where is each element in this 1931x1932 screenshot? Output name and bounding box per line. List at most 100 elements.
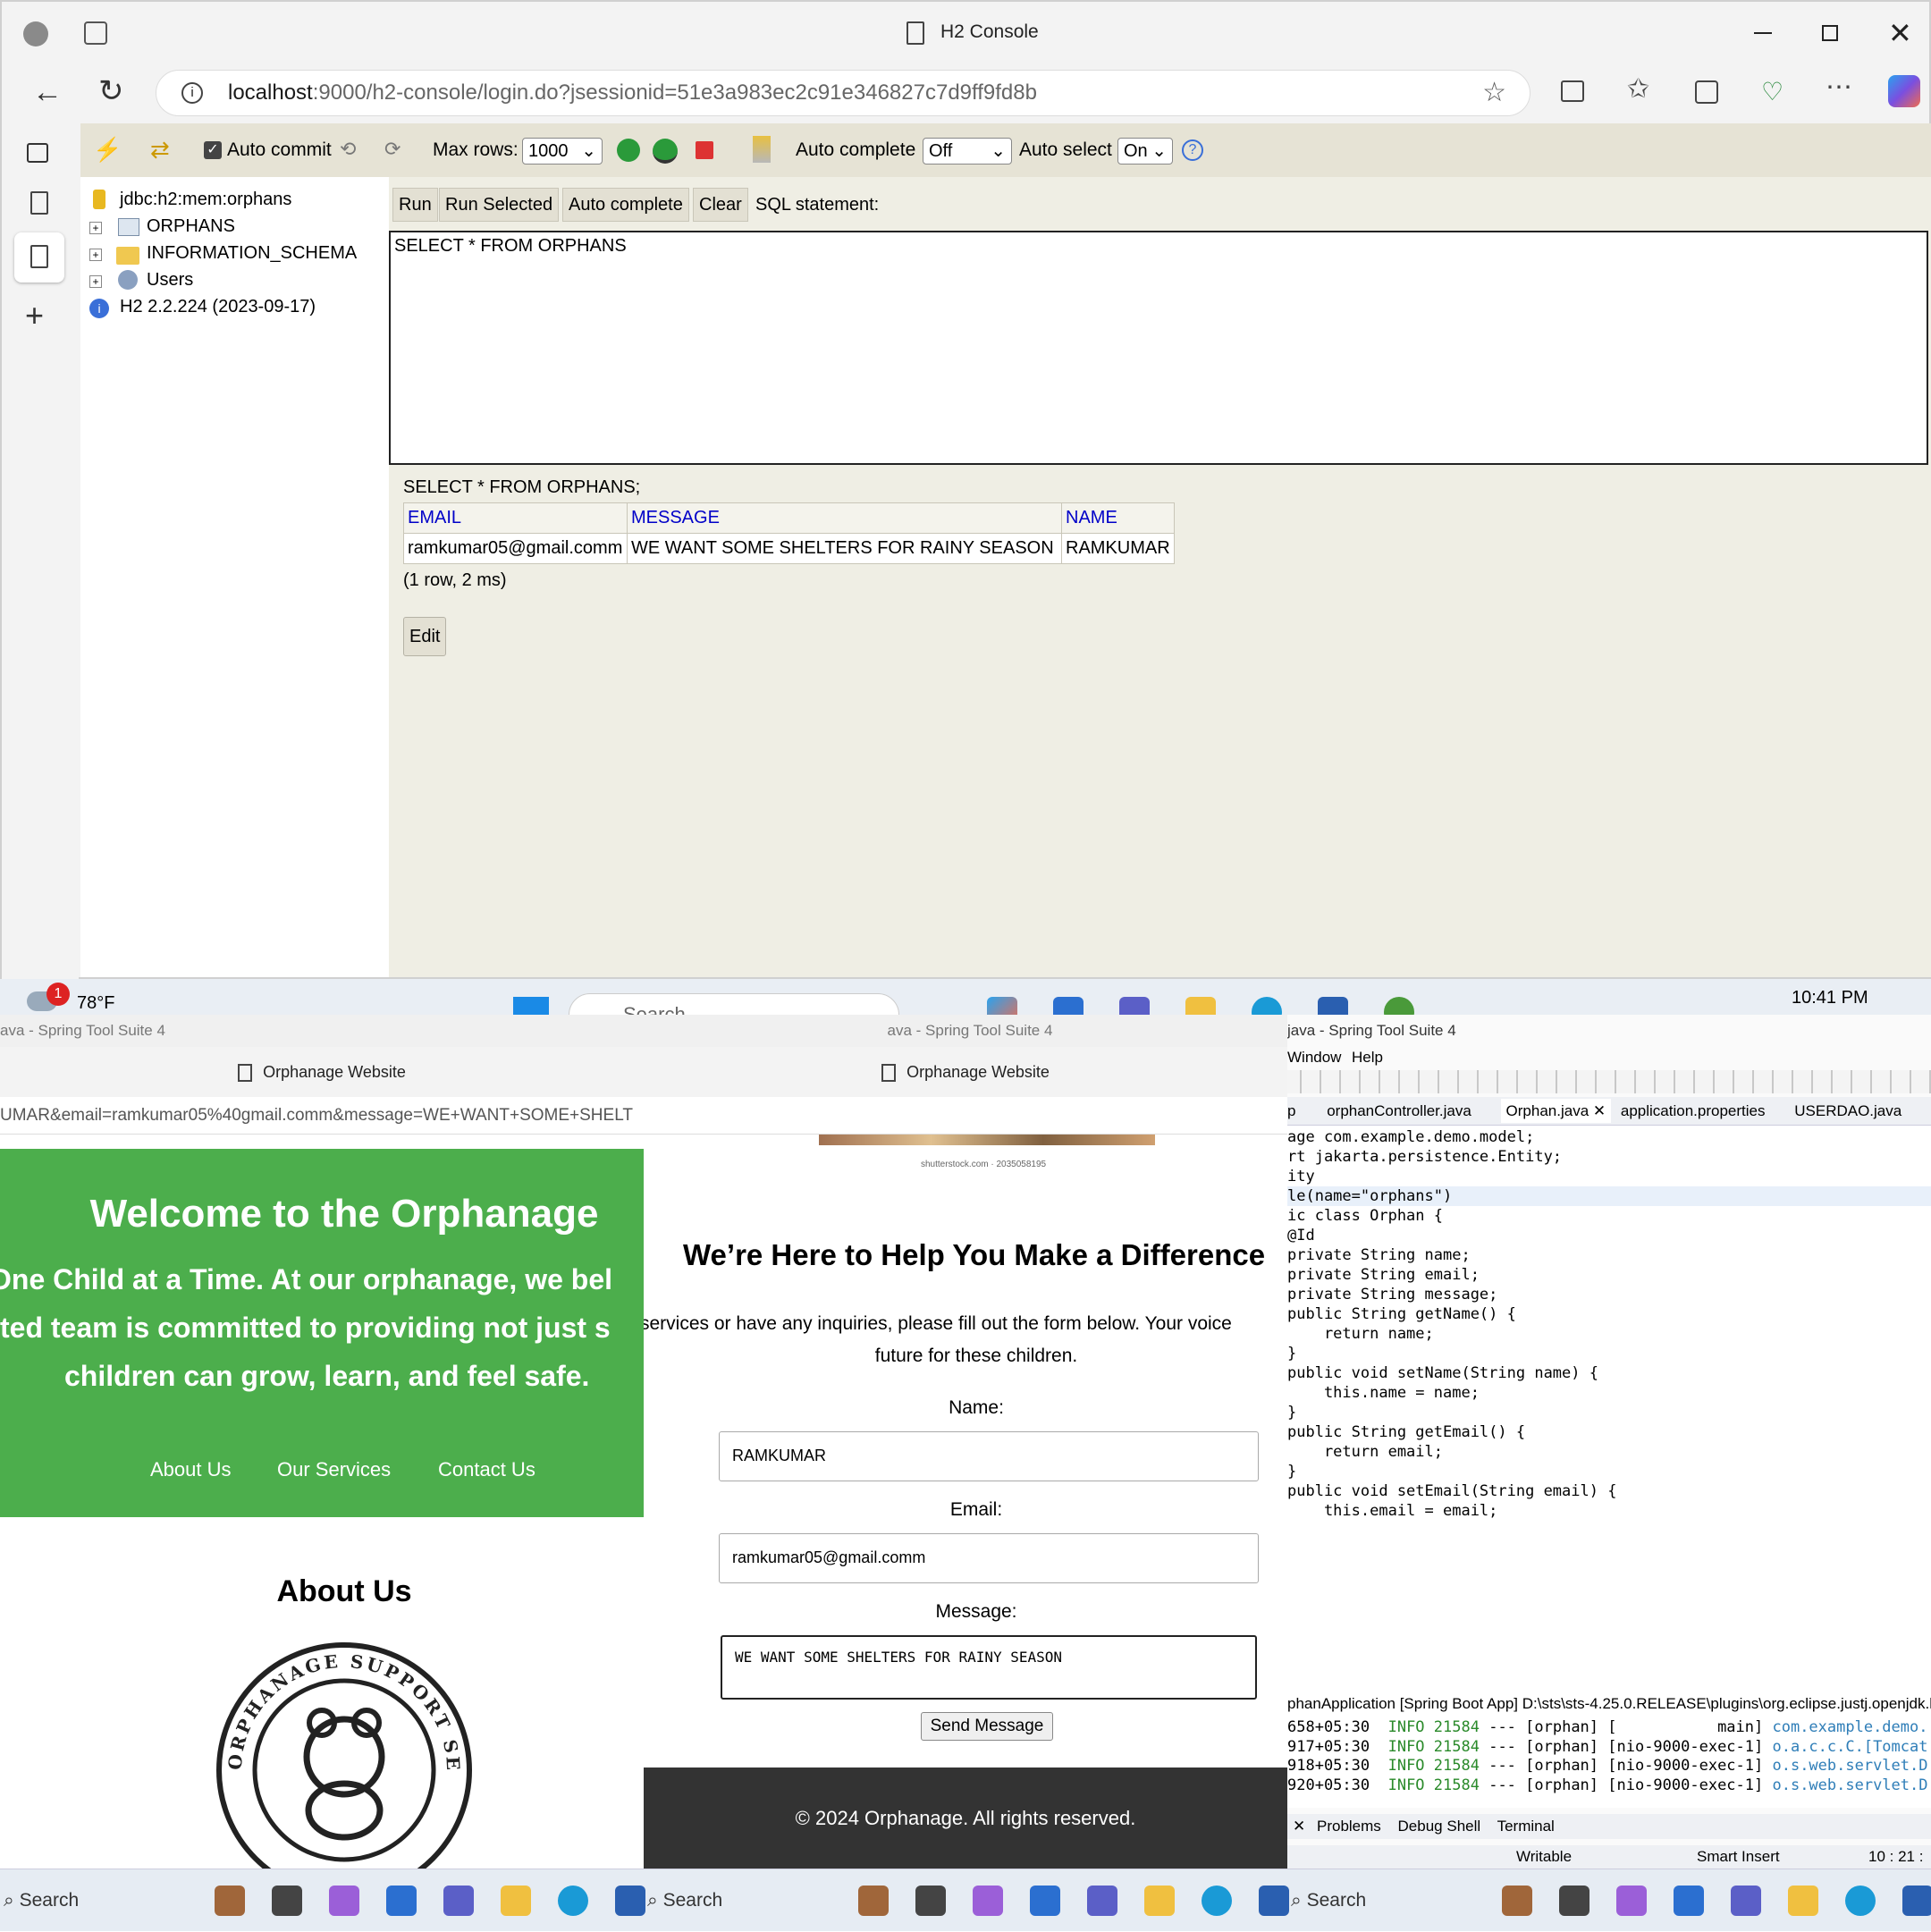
tree-item-information-schema[interactable]: INFORMATION_SCHEMA [147, 243, 357, 264]
tab-application-properties[interactable]: application.properties [1621, 1102, 1766, 1119]
edge-icon[interactable] [1845, 1886, 1876, 1916]
edit-button[interactable]: Edit [403, 617, 447, 656]
address-bar[interactable]: i localhost:9000/h2-console/login.do?jse… [156, 70, 1530, 116]
run-icon[interactable] [617, 139, 640, 162]
back-icon[interactable]: ← [32, 75, 63, 110]
teams-icon[interactable] [1731, 1886, 1761, 1916]
column-header-email[interactable]: EMAIL [403, 502, 628, 534]
new-tab-icon[interactable]: + [25, 297, 44, 334]
teams-icon[interactable] [1087, 1886, 1117, 1916]
taskbar-search[interactable]: Search [569, 993, 899, 1015]
address-bar[interactable]: UMAR&email=ramkumar05%40gmail.comm&messa… [0, 1097, 644, 1135]
clear-button[interactable]: Clear [693, 188, 748, 222]
tab-orphan-java[interactable]: Orphan.java ✕ [1500, 1099, 1612, 1123]
teams-icon[interactable] [1119, 997, 1150, 1015]
favorite-star-icon[interactable]: ☆ [1482, 71, 1506, 115]
copilot-icon[interactable] [1888, 75, 1920, 107]
close-icon[interactable]: ✕ [1293, 1818, 1305, 1835]
task-view-icon[interactable] [272, 1886, 302, 1916]
sql-editor[interactable]: SELECT * FROM ORPHANS [389, 231, 1928, 465]
tab-orphan-controller[interactable]: orphanController.java [1327, 1102, 1471, 1119]
file-explorer-icon[interactable] [501, 1886, 531, 1916]
column-header-name[interactable]: NAME [1061, 502, 1175, 534]
run-selected-icon[interactable] [653, 139, 678, 164]
sidebar-toggle-icon[interactable] [27, 143, 48, 163]
split-screen-icon[interactable] [1561, 80, 1584, 102]
store-icon[interactable] [615, 1886, 645, 1916]
profile-icon[interactable] [23, 21, 48, 46]
address-bar[interactable] [644, 1097, 1287, 1135]
tab-userdao[interactable]: USERDAO.java [1794, 1102, 1901, 1119]
run-selected-button[interactable]: Run Selected [439, 188, 560, 222]
start-icon[interactable] [513, 997, 549, 1015]
collections-icon[interactable] [1695, 80, 1718, 104]
tab-p[interactable]: p [1287, 1102, 1295, 1119]
taskbar-search[interactable]: ⌕ Search [4, 1869, 79, 1932]
app-icon[interactable] [1674, 1886, 1704, 1916]
column-header-message[interactable]: MESSAGE [627, 502, 1062, 534]
store-icon[interactable] [1902, 1886, 1931, 1916]
store-icon[interactable] [1318, 997, 1348, 1015]
more-icon[interactable]: ⋯ [1826, 72, 1852, 103]
close-tab-icon[interactable]: ✕ [1593, 1102, 1606, 1119]
close-icon[interactable]: ✕ [1888, 16, 1912, 50]
connection-url[interactable]: jdbc:h2:mem:orphans [120, 190, 291, 210]
tab-terminal[interactable]: Terminal [1497, 1818, 1555, 1835]
copilot-app-icon[interactable] [329, 1886, 359, 1916]
commit-icon[interactable]: ⟳ [384, 136, 401, 163]
refresh-tree-icon[interactable]: ⇄ [150, 136, 170, 163]
send-message-button[interactable]: Send Message [921, 1712, 1053, 1741]
pet-icon[interactable] [215, 1886, 245, 1916]
spring-tool-icon[interactable] [1384, 997, 1414, 1015]
auto-complete-select[interactable]: Off ⌄ [923, 138, 1012, 165]
auto-select-select[interactable]: On ⌄ [1117, 138, 1173, 165]
teams-icon[interactable] [443, 1886, 474, 1916]
copilot-app-icon[interactable] [1616, 1886, 1647, 1916]
edge-icon[interactable] [1202, 1886, 1232, 1916]
menu-window[interactable]: Window [1287, 1049, 1341, 1067]
site-info-icon[interactable]: i [181, 82, 203, 104]
disconnect-icon[interactable]: ⚡ [93, 136, 122, 163]
task-view-icon[interactable] [915, 1886, 946, 1916]
app-icon[interactable] [1053, 997, 1084, 1015]
history-icon[interactable] [753, 136, 771, 163]
taskbar-search[interactable]: ⌕ Search [647, 1869, 722, 1932]
name-field[interactable]: RAMKUMAR [719, 1431, 1259, 1481]
app-icon[interactable] [1030, 1886, 1060, 1916]
edge-icon[interactable] [1252, 997, 1282, 1015]
run-button[interactable]: Run [392, 188, 438, 222]
file-explorer-icon[interactable] [1144, 1886, 1175, 1916]
active-tab-icon[interactable] [14, 232, 64, 283]
minimize-icon[interactable] [1754, 32, 1772, 34]
nav-our-services[interactable]: Our Services [277, 1458, 391, 1481]
pet-icon[interactable] [1502, 1886, 1532, 1916]
copilot-app-icon[interactable] [973, 1886, 1003, 1916]
taskbar-search[interactable]: ⌕ Search [1291, 1869, 1366, 1932]
max-rows-select[interactable]: 1000 ⌄ [522, 138, 603, 165]
browser-essentials-icon[interactable]: ♡ [1761, 77, 1783, 106]
rollback-icon[interactable]: ⟲ [340, 136, 356, 163]
tree-item-users[interactable]: Users [147, 270, 193, 291]
code-editor[interactable]: age com.example.demo.model; rt jakarta.pe… [1287, 1126, 1931, 1751]
task-view-icon[interactable] [1559, 1886, 1589, 1916]
copilot-app-icon[interactable] [987, 997, 1017, 1015]
edge-icon[interactable] [558, 1886, 588, 1916]
maximize-icon[interactable] [1822, 25, 1838, 41]
tab-debug-shell[interactable]: Debug Shell [1398, 1818, 1481, 1835]
help-icon[interactable]: ? [1182, 139, 1203, 161]
nav-about-us[interactable]: About Us [150, 1458, 232, 1481]
tree-expand-icon[interactable]: + [89, 275, 102, 288]
email-field[interactable]: ramkumar05@gmail.comm [719, 1533, 1259, 1583]
favorites-icon[interactable]: ✩ [1627, 73, 1649, 105]
file-explorer-icon[interactable] [1788, 1886, 1818, 1916]
workspaces-icon[interactable] [84, 21, 107, 45]
auto-complete-button[interactable]: Auto complete [562, 188, 689, 222]
tree-expand-icon[interactable]: + [89, 222, 102, 234]
file-explorer-icon[interactable] [1185, 997, 1216, 1015]
tree-item-orphans[interactable]: ORPHANS [147, 216, 235, 237]
tab-problems[interactable]: Problems [1317, 1818, 1381, 1835]
refresh-icon[interactable]: ↻ [98, 73, 124, 109]
menu-help[interactable]: Help [1352, 1049, 1383, 1067]
store-icon[interactable] [1259, 1886, 1289, 1916]
stop-icon[interactable] [696, 141, 713, 159]
